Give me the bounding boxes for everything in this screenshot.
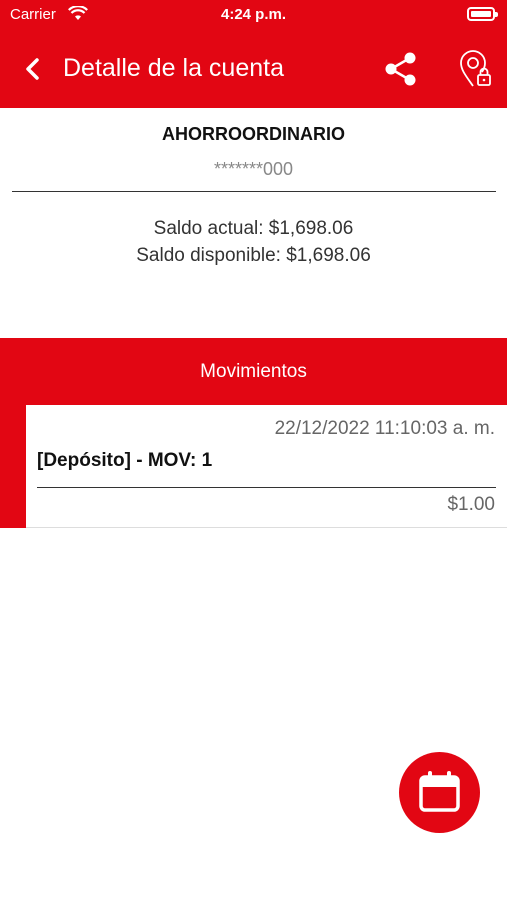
account-number: *******000: [213, 159, 294, 179]
available-balance: Saldo disponible: $1,698.06: [136, 245, 371, 266]
current-balance: Saldo actual: $1,698.06: [153, 218, 354, 239]
movement-description: [Depósito] - MOV: 1: [37, 450, 213, 471]
share-icon[interactable]: [382, 50, 420, 88]
page-title: Detalle de la cuenta: [63, 54, 284, 82]
movement-date: 22/12/2022 11:10:03 a. m.: [274, 418, 495, 439]
movement-item[interactable]: 22/12/2022 11:10:03 a. m. [Depósito] - M…: [26, 405, 507, 528]
battery-icon: [467, 7, 498, 21]
status-bar: Carrier 4:24 p.m.: [0, 0, 507, 30]
movement-amount: $1.00: [447, 494, 495, 515]
app-header: Carrier 4:24 p.m. Detalle de la cuenta: [0, 0, 507, 108]
movements-header: Movimientos: [0, 338, 507, 405]
calendar-icon: [419, 771, 460, 812]
account-name: AHORROORDINARIO: [162, 124, 345, 144]
movement-side-strip: [0, 405, 26, 528]
divider: [12, 191, 496, 192]
location-lock-icon[interactable]: [456, 48, 496, 90]
calendar-filter-button[interactable]: [399, 752, 480, 833]
movement-divider: [37, 487, 496, 488]
status-time: 4:24 p.m.: [220, 6, 287, 23]
back-chevron-icon[interactable]: [22, 55, 44, 83]
